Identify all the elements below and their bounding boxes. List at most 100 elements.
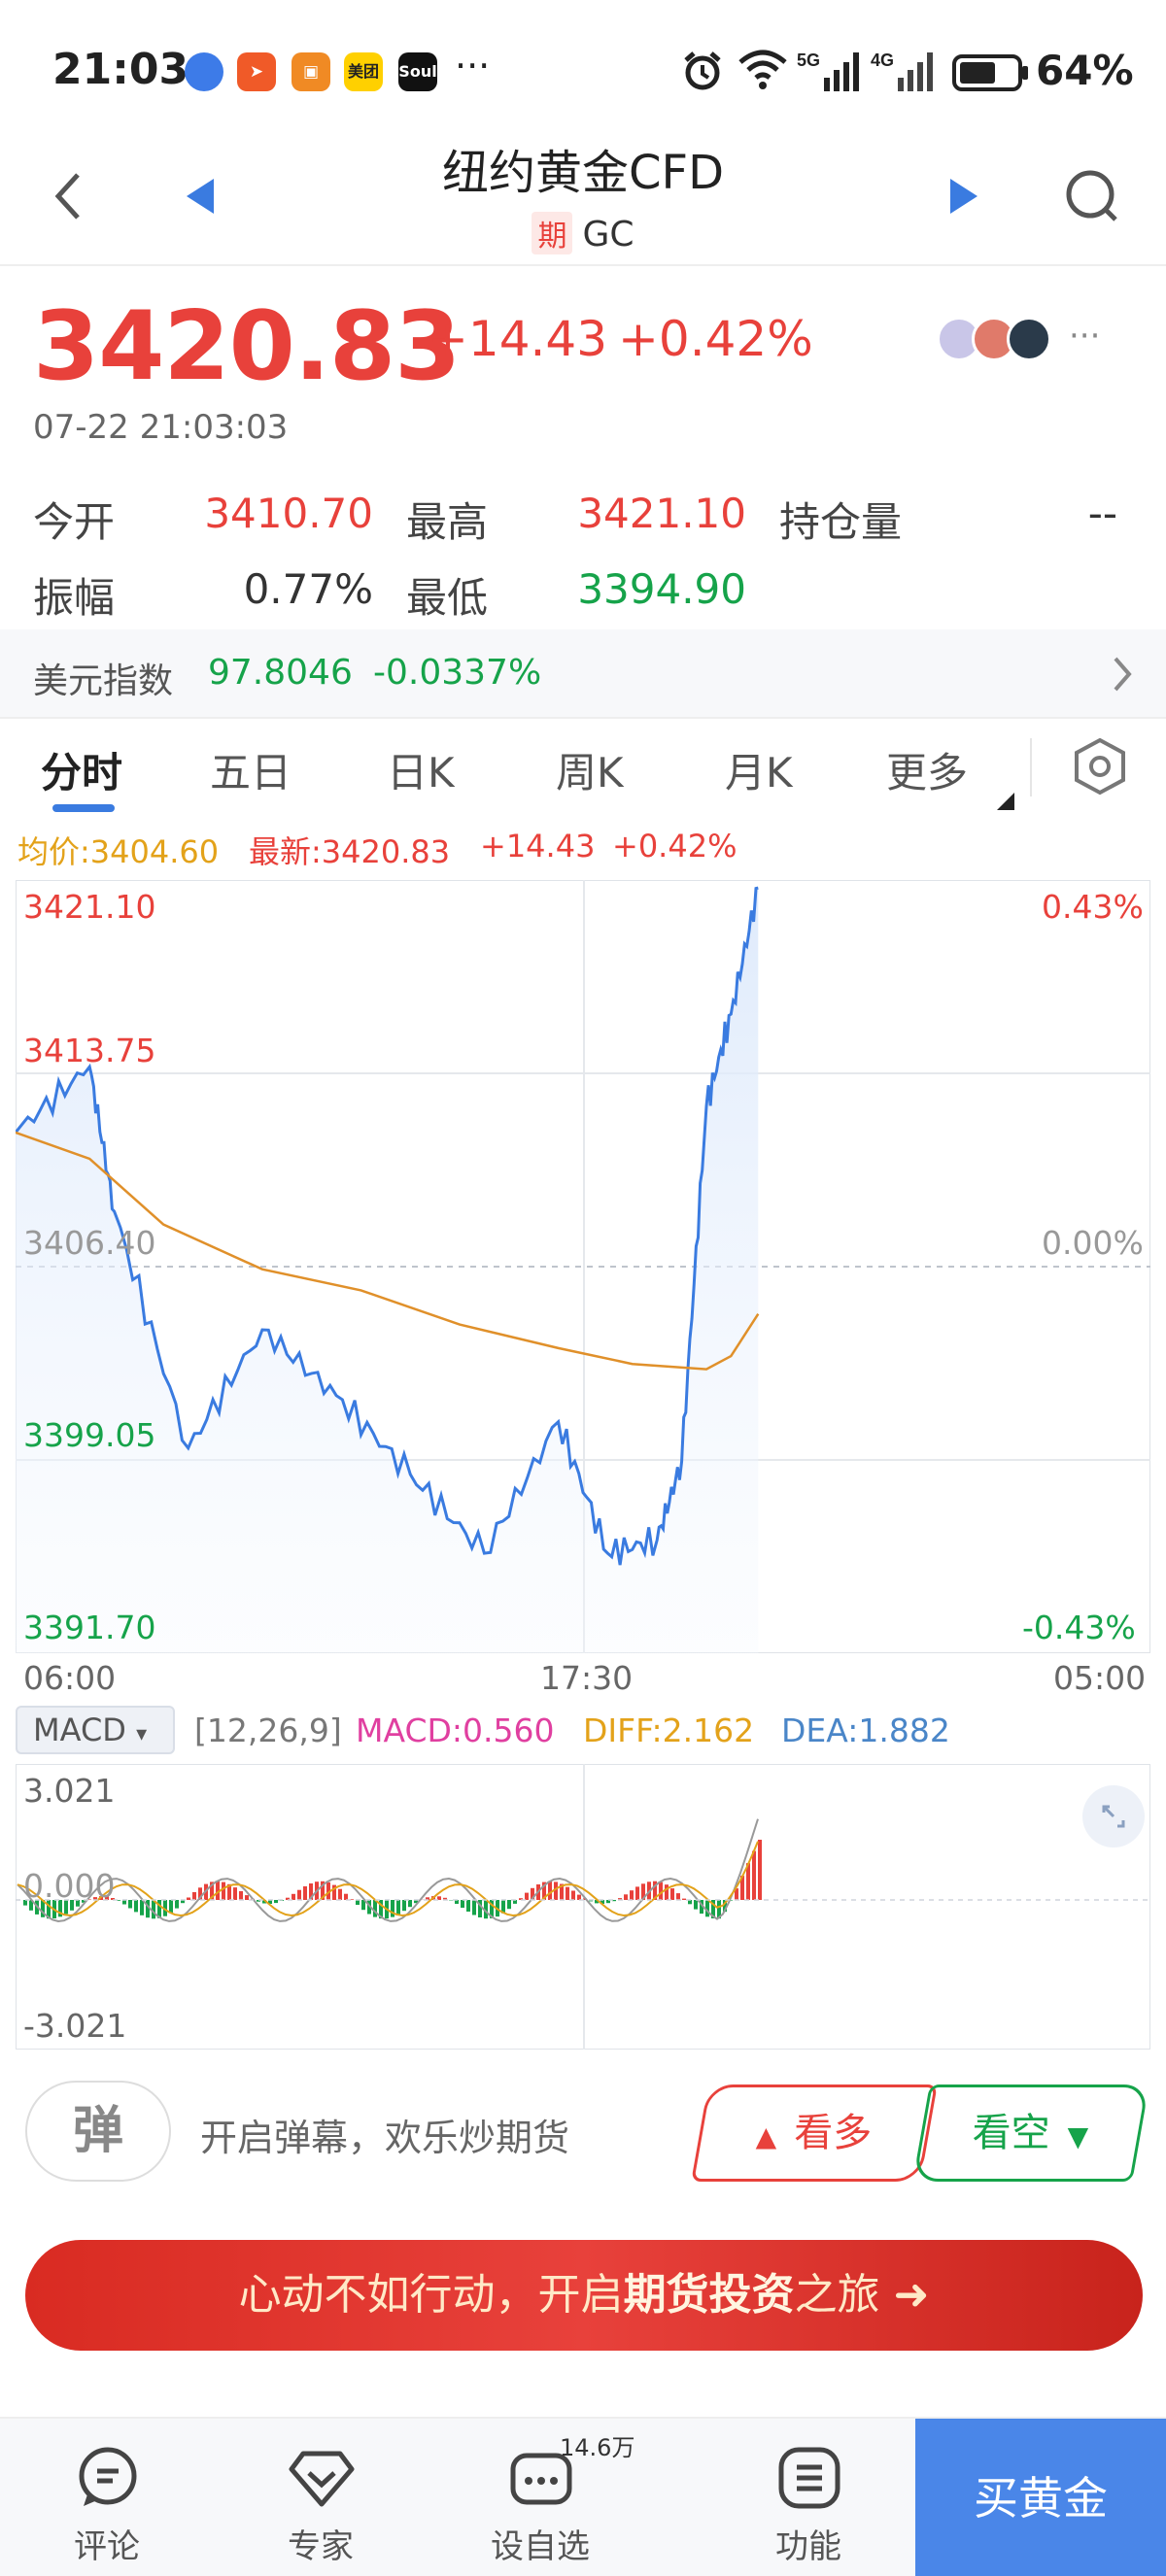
macd-bar bbox=[694, 1900, 698, 1910]
latest-price-text: 最新:3420.83 bbox=[249, 833, 451, 870]
macd-bar bbox=[187, 1897, 190, 1900]
macd-bar bbox=[175, 1900, 179, 1909]
chart-change-text: +14.43 bbox=[480, 828, 596, 864]
bearish-button[interactable]: 看空 ▼ bbox=[912, 2085, 1149, 2182]
amplitude-value: 0.77% bbox=[243, 565, 373, 613]
macd-bar bbox=[566, 1886, 569, 1900]
promo-text-2: 之旅 ➜ bbox=[794, 2270, 930, 2320]
expand-chart-button[interactable] bbox=[1082, 1785, 1145, 1847]
danmu-icon: 弹 bbox=[72, 2102, 123, 2160]
macd-value: MACD:0.560 bbox=[356, 1712, 555, 1749]
y-label-mid: 3406.40 bbox=[23, 1224, 156, 1262]
tab-daily-k[interactable]: 日K bbox=[387, 740, 455, 799]
bullish-label: 看多 bbox=[794, 2111, 873, 2155]
wifi-icon bbox=[737, 49, 789, 95]
page-title: 纽约黄金CFD bbox=[441, 146, 725, 200]
tab-monthly-k[interactable]: 月K bbox=[725, 740, 793, 799]
search-button[interactable] bbox=[1063, 165, 1121, 233]
watchlist-count: 14.6万 bbox=[560, 2434, 635, 2461]
macd-bar bbox=[682, 1898, 686, 1900]
nav-watchlist[interactable]: 14.6万 设自选 bbox=[443, 2419, 637, 2576]
promo-text-1: 心动不如行动，开启 bbox=[238, 2270, 624, 2320]
chevron-right-icon bbox=[1114, 657, 1132, 692]
macd-bar bbox=[239, 1891, 243, 1900]
macd-bar bbox=[624, 1894, 628, 1900]
usd-index-change: -0.0337% bbox=[373, 653, 542, 693]
settings-hexagon-icon bbox=[1075, 737, 1125, 796]
signal-5g-icon: 5G bbox=[797, 49, 865, 97]
y-label-lower: 3399.05 bbox=[23, 1416, 156, 1454]
y-label-bottom: 3391.70 bbox=[23, 1609, 156, 1646]
bullish-button[interactable]: ▲ 看多 bbox=[691, 2085, 938, 2182]
nav-comment-label: 评论 bbox=[74, 2527, 140, 2566]
macd-bar bbox=[391, 1900, 394, 1917]
macd-bar bbox=[152, 1900, 155, 1919]
macd-bar bbox=[402, 1900, 406, 1912]
macd-bar bbox=[192, 1892, 196, 1900]
nav-function[interactable]: 功能 bbox=[711, 2419, 906, 2576]
x-label-end: 05:00 bbox=[1053, 1659, 1147, 1697]
meituan-icon: 美团 bbox=[344, 52, 383, 91]
macd-bar bbox=[222, 1881, 225, 1900]
expand-icon bbox=[1102, 1805, 1125, 1828]
nav-comment[interactable]: 评论 bbox=[10, 2419, 204, 2576]
x-label-start: 06:00 bbox=[23, 1659, 117, 1697]
nav-expert-label: 专家 bbox=[288, 2527, 354, 2566]
nav-watchlist-label: 设自选 bbox=[491, 2527, 590, 2566]
macd-bar bbox=[461, 1900, 464, 1908]
pct-label-mid: 0.00% bbox=[1042, 1224, 1144, 1262]
next-instrument-button[interactable] bbox=[946, 175, 981, 221]
nav-function-label: 功能 bbox=[775, 2527, 841, 2566]
macd-bar bbox=[169, 1900, 173, 1914]
macd-bar bbox=[670, 1888, 674, 1900]
more-button[interactable]: ··· bbox=[1069, 317, 1100, 356]
danmu-prompt: 开启弹幕，欢乐炒期货 bbox=[200, 2117, 570, 2159]
tab-weekly-k[interactable]: 周K bbox=[556, 740, 624, 799]
macd-bar bbox=[134, 1900, 138, 1913]
macd-bar bbox=[577, 1894, 581, 1900]
search-icon bbox=[1066, 170, 1117, 221]
usd-index-row[interactable]: 美元指数 97.8046 -0.0337% bbox=[0, 629, 1166, 717]
promo-banner[interactable]: 心动不如行动，开启期货投资之旅 ➜ bbox=[25, 2240, 1143, 2351]
clock: 21:03 bbox=[52, 45, 189, 94]
macd-bar bbox=[408, 1900, 412, 1908]
chart-settings-button[interactable] bbox=[1073, 736, 1127, 800]
bearish-label: 看空 bbox=[972, 2111, 1050, 2155]
macd-bar bbox=[752, 1850, 756, 1900]
macd-bar bbox=[344, 1893, 348, 1900]
intraday-chart[interactable] bbox=[16, 880, 1150, 1653]
pct-label-top: 0.43% bbox=[1042, 888, 1144, 926]
amplitude-label: 振幅 bbox=[33, 574, 116, 622]
avatar bbox=[1007, 317, 1051, 361]
macd-bar bbox=[338, 1888, 342, 1900]
nav-expert[interactable]: 专家 bbox=[223, 2419, 418, 2576]
tab-intraday[interactable]: 分时 bbox=[41, 740, 122, 799]
macd-bar bbox=[665, 1884, 669, 1900]
macd-bar bbox=[140, 1900, 144, 1915]
indicator-select[interactable]: MACD ▾ bbox=[16, 1706, 175, 1754]
triangle-up-icon: ▲ bbox=[755, 2120, 777, 2152]
promo-text-bold: 期货投资 bbox=[623, 2270, 795, 2320]
buy-gold-button[interactable]: 买黄金 bbox=[915, 2419, 1166, 2576]
open-interest-label: 持仓量 bbox=[779, 498, 903, 546]
macd-bar bbox=[676, 1893, 680, 1900]
macd-bar bbox=[245, 1895, 249, 1900]
svg-text:4G: 4G bbox=[871, 51, 894, 70]
browser-icon bbox=[185, 52, 223, 91]
avg-price-text: 均价:3404.60 bbox=[17, 833, 220, 870]
low-label: 最低 bbox=[406, 574, 489, 622]
soul-icon: Soul bbox=[398, 52, 437, 91]
macd-y-top: 3.021 bbox=[23, 1772, 116, 1810]
macd-bar bbox=[466, 1900, 470, 1912]
macd-params: [12,26,9] bbox=[194, 1712, 342, 1749]
high-label: 最高 bbox=[406, 498, 489, 546]
macd-bar bbox=[128, 1900, 132, 1909]
danmu-toggle-button[interactable]: 弹 bbox=[25, 2081, 171, 2182]
dea-value: DEA:1.882 bbox=[781, 1712, 950, 1749]
tab-5day[interactable]: 五日 bbox=[210, 740, 292, 799]
macd-y-mid: 0.000 bbox=[23, 1867, 116, 1905]
shopping-app-icon: ▣ bbox=[292, 52, 330, 91]
tab-more[interactable]: 更多 bbox=[886, 740, 968, 799]
macd-bar bbox=[571, 1890, 575, 1900]
macd-chart[interactable] bbox=[16, 1764, 1150, 2050]
